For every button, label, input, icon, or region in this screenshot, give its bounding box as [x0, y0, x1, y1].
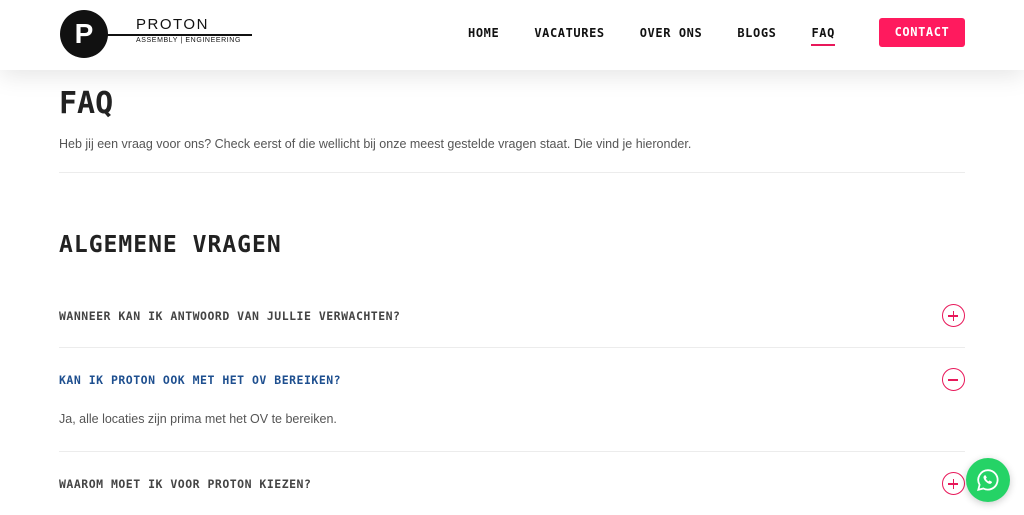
nav-vacatures[interactable]: VACATURES	[534, 26, 604, 40]
minus-horizontal	[948, 379, 958, 381]
nav-home[interactable]: HOME	[468, 26, 499, 40]
logo-line	[104, 34, 252, 36]
section-divider	[59, 172, 965, 173]
plus-vertical	[952, 310, 954, 321]
whatsapp-icon	[977, 469, 999, 492]
main-nav: HOME VACATURES OVER ONS BLOGS FAQ	[468, 0, 870, 66]
plus-circle-icon[interactable]	[942, 472, 965, 495]
logo-tagline: ASSEMBLY | ENGINEERING	[136, 37, 242, 44]
section-title: ALGEMENE VRAGEN	[59, 232, 282, 258]
logo-mark: P	[60, 10, 108, 58]
faq-question-1[interactable]: WANNEER KAN IK ANTWOORD VAN JULLIE VERWA…	[59, 309, 401, 323]
faq-divider	[59, 451, 965, 452]
page-intro: Heb jij een vraag voor ons? Check eerst …	[59, 137, 692, 151]
logo-name: PROTON	[136, 16, 209, 33]
faq-divider	[59, 347, 965, 348]
site-header: P PROTON ASSEMBLY | ENGINEERING HOME VAC…	[0, 0, 1024, 70]
whatsapp-chat-button[interactable]	[966, 458, 1010, 502]
contact-button[interactable]: CONTACT	[879, 18, 965, 47]
nav-faq[interactable]: FAQ	[811, 26, 836, 46]
faq-question-3[interactable]: WAAROM MOET IK VOOR PROTON KIEZEN?	[59, 477, 311, 491]
faq-question-2[interactable]: KAN IK PROTON OOK MET HET OV BEREIKEN?	[59, 373, 341, 387]
page-title: FAQ	[59, 86, 114, 121]
nav-over-ons[interactable]: OVER ONS	[640, 26, 703, 40]
plus-vertical	[952, 478, 954, 489]
proton-logo[interactable]: P PROTON ASSEMBLY | ENGINEERING	[60, 10, 260, 58]
plus-circle-icon[interactable]	[942, 304, 965, 327]
minus-circle-icon[interactable]	[942, 368, 965, 391]
faq-answer-2: Ja, alle locaties zijn prima met het OV …	[59, 412, 337, 426]
nav-blogs[interactable]: BLOGS	[737, 26, 776, 40]
